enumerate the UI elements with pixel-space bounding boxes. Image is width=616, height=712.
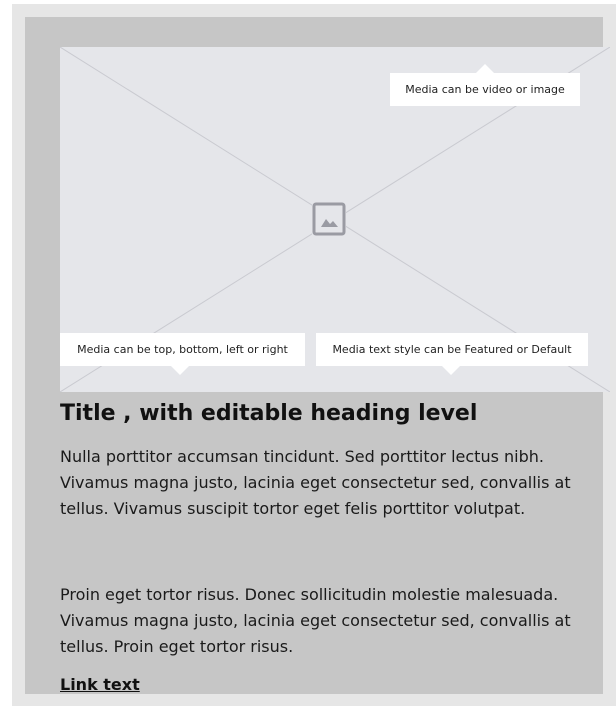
callout-text-style-text: Media text style can be Featured or Defa… [332,343,572,356]
callout-media-type: Media can be video or image [390,64,580,106]
component-frame: Media can be video or image Media can be… [12,4,616,706]
card-paragraph-1: Nulla porttitor accumsan tincidunt. Sed … [60,447,571,518]
callout-media-position: Media can be top, bottom, left or right [60,333,305,375]
media-text-card: Media can be video or image Media can be… [25,17,610,694]
card-link[interactable]: Link text [60,675,140,694]
callout-text-style: Media text style can be Featured or Defa… [316,333,588,375]
media-placeholder: Media can be video or image Media can be… [60,47,610,392]
callout-media-type-text: Media can be video or image [405,83,565,96]
image-icon [312,202,346,236]
callout-media-position-text: Media can be top, bottom, left or right [77,343,288,356]
callout-arrow [171,366,189,375]
callout-arrow [442,366,460,375]
callout-arrow [476,64,494,73]
card-paragraph-2: Proin eget tortor risus. Donec sollicitu… [60,585,571,656]
card-title: Title , with editable heading level [60,401,478,426]
